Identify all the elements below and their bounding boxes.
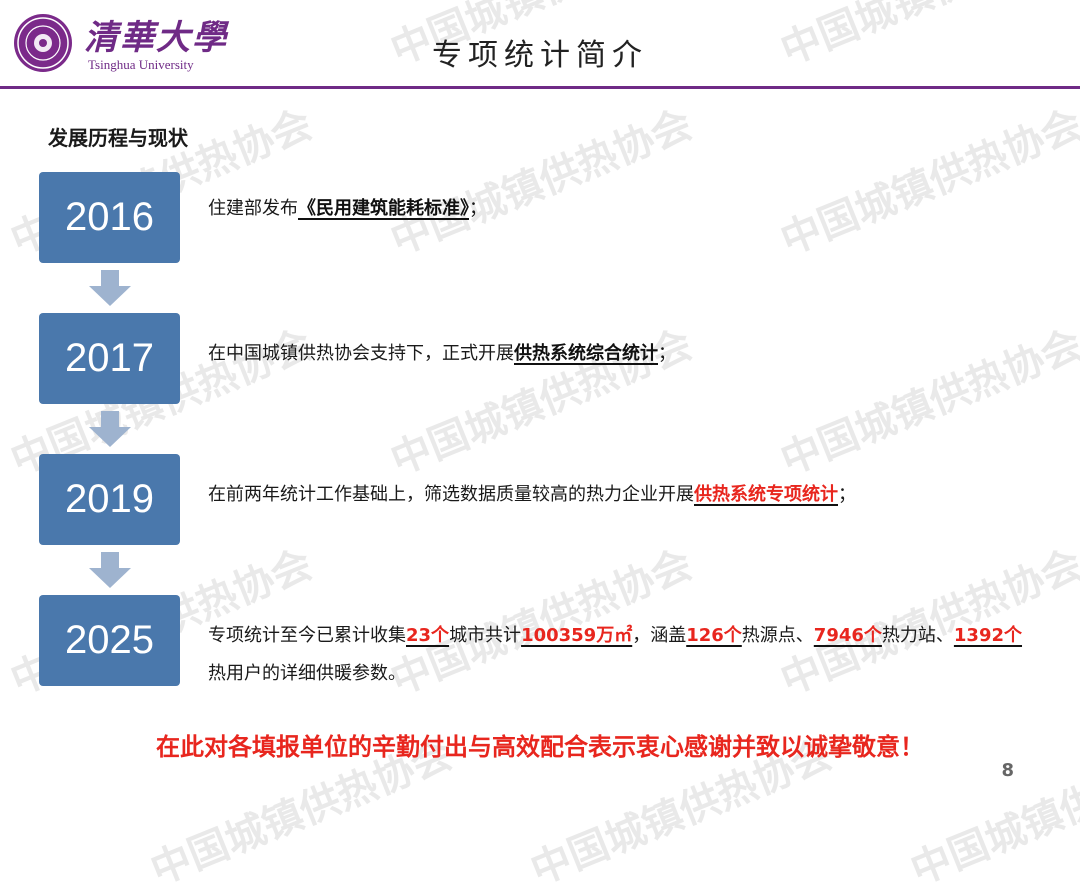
highlight-figure: 126个 (686, 625, 742, 646)
year-box-2017: 2017 (39, 313, 180, 404)
watermark-text: 中国城镇供热协会 (774, 101, 1080, 264)
down-arrow-icon (89, 552, 131, 588)
highlight-figure: 1392个 (953, 625, 1023, 646)
description-text: 专项统计至今已累计收集 (208, 625, 406, 646)
year-box-2025: 2025 (39, 595, 180, 686)
description-text: ； (469, 198, 487, 219)
description-text: 在中国城镇供热协会支持下，正式开展 (208, 343, 514, 364)
section-heading: 发展历程与现状 (48, 126, 188, 150)
down-arrow-icon (89, 411, 131, 447)
year-box-2019: 2019 (39, 454, 180, 545)
description-text: ，涵盖 (632, 625, 687, 646)
highlight-text: 供热系统综合统计 (514, 343, 658, 364)
timeline-description: 在前两年统计工作基础上，筛选数据质量较高的热力企业开展供热系统专项统计； (208, 476, 1028, 514)
highlight-figure: 供热系统专项统计 (694, 484, 838, 505)
year-box-2016: 2016 (39, 172, 180, 263)
down-arrow-icon (89, 270, 131, 306)
thanks-message: 在此对各填报单位的辛勤付出与高效配合表示衷心感谢并致以诚挚敬意！ (156, 733, 924, 761)
timeline-description: 在中国城镇供热协会支持下，正式开展供热系统综合统计； (208, 335, 1028, 373)
description-text: 热用户的详细供暖参数。 (208, 663, 406, 684)
highlight-figure: 100359万㎡ (521, 625, 633, 646)
description-text: 在前两年统计工作基础上，筛选数据质量较高的热力企业开展 (208, 484, 694, 505)
highlight-text: 《民用建筑能耗标准》 (298, 198, 469, 219)
header-divider (0, 86, 1080, 89)
description-text: 住建部发布 (208, 198, 298, 219)
description-text: ； (838, 484, 856, 505)
highlight-figure: 23个 (406, 625, 450, 646)
header: 清華大學 Tsinghua University 专项统计简介 (0, 0, 1080, 86)
watermark-text: 中国城镇供热协会 (384, 101, 699, 264)
page-number: 8 (1001, 760, 1014, 781)
page-title: 专项统计简介 (432, 38, 648, 73)
description-text: ； (658, 343, 676, 364)
timeline-description: 住建部发布《民用建筑能耗标准》； (208, 190, 1028, 228)
description-text: 热力站、 (881, 625, 954, 646)
description-text: 城市共计 (449, 625, 522, 646)
description-text: 热源点、 (741, 625, 814, 646)
timeline-description: 专项统计至今已累计收集23个城市共计100359万㎡，涵盖126个热源点、794… (208, 617, 1038, 693)
highlight-figure: 7946个 (813, 625, 882, 646)
